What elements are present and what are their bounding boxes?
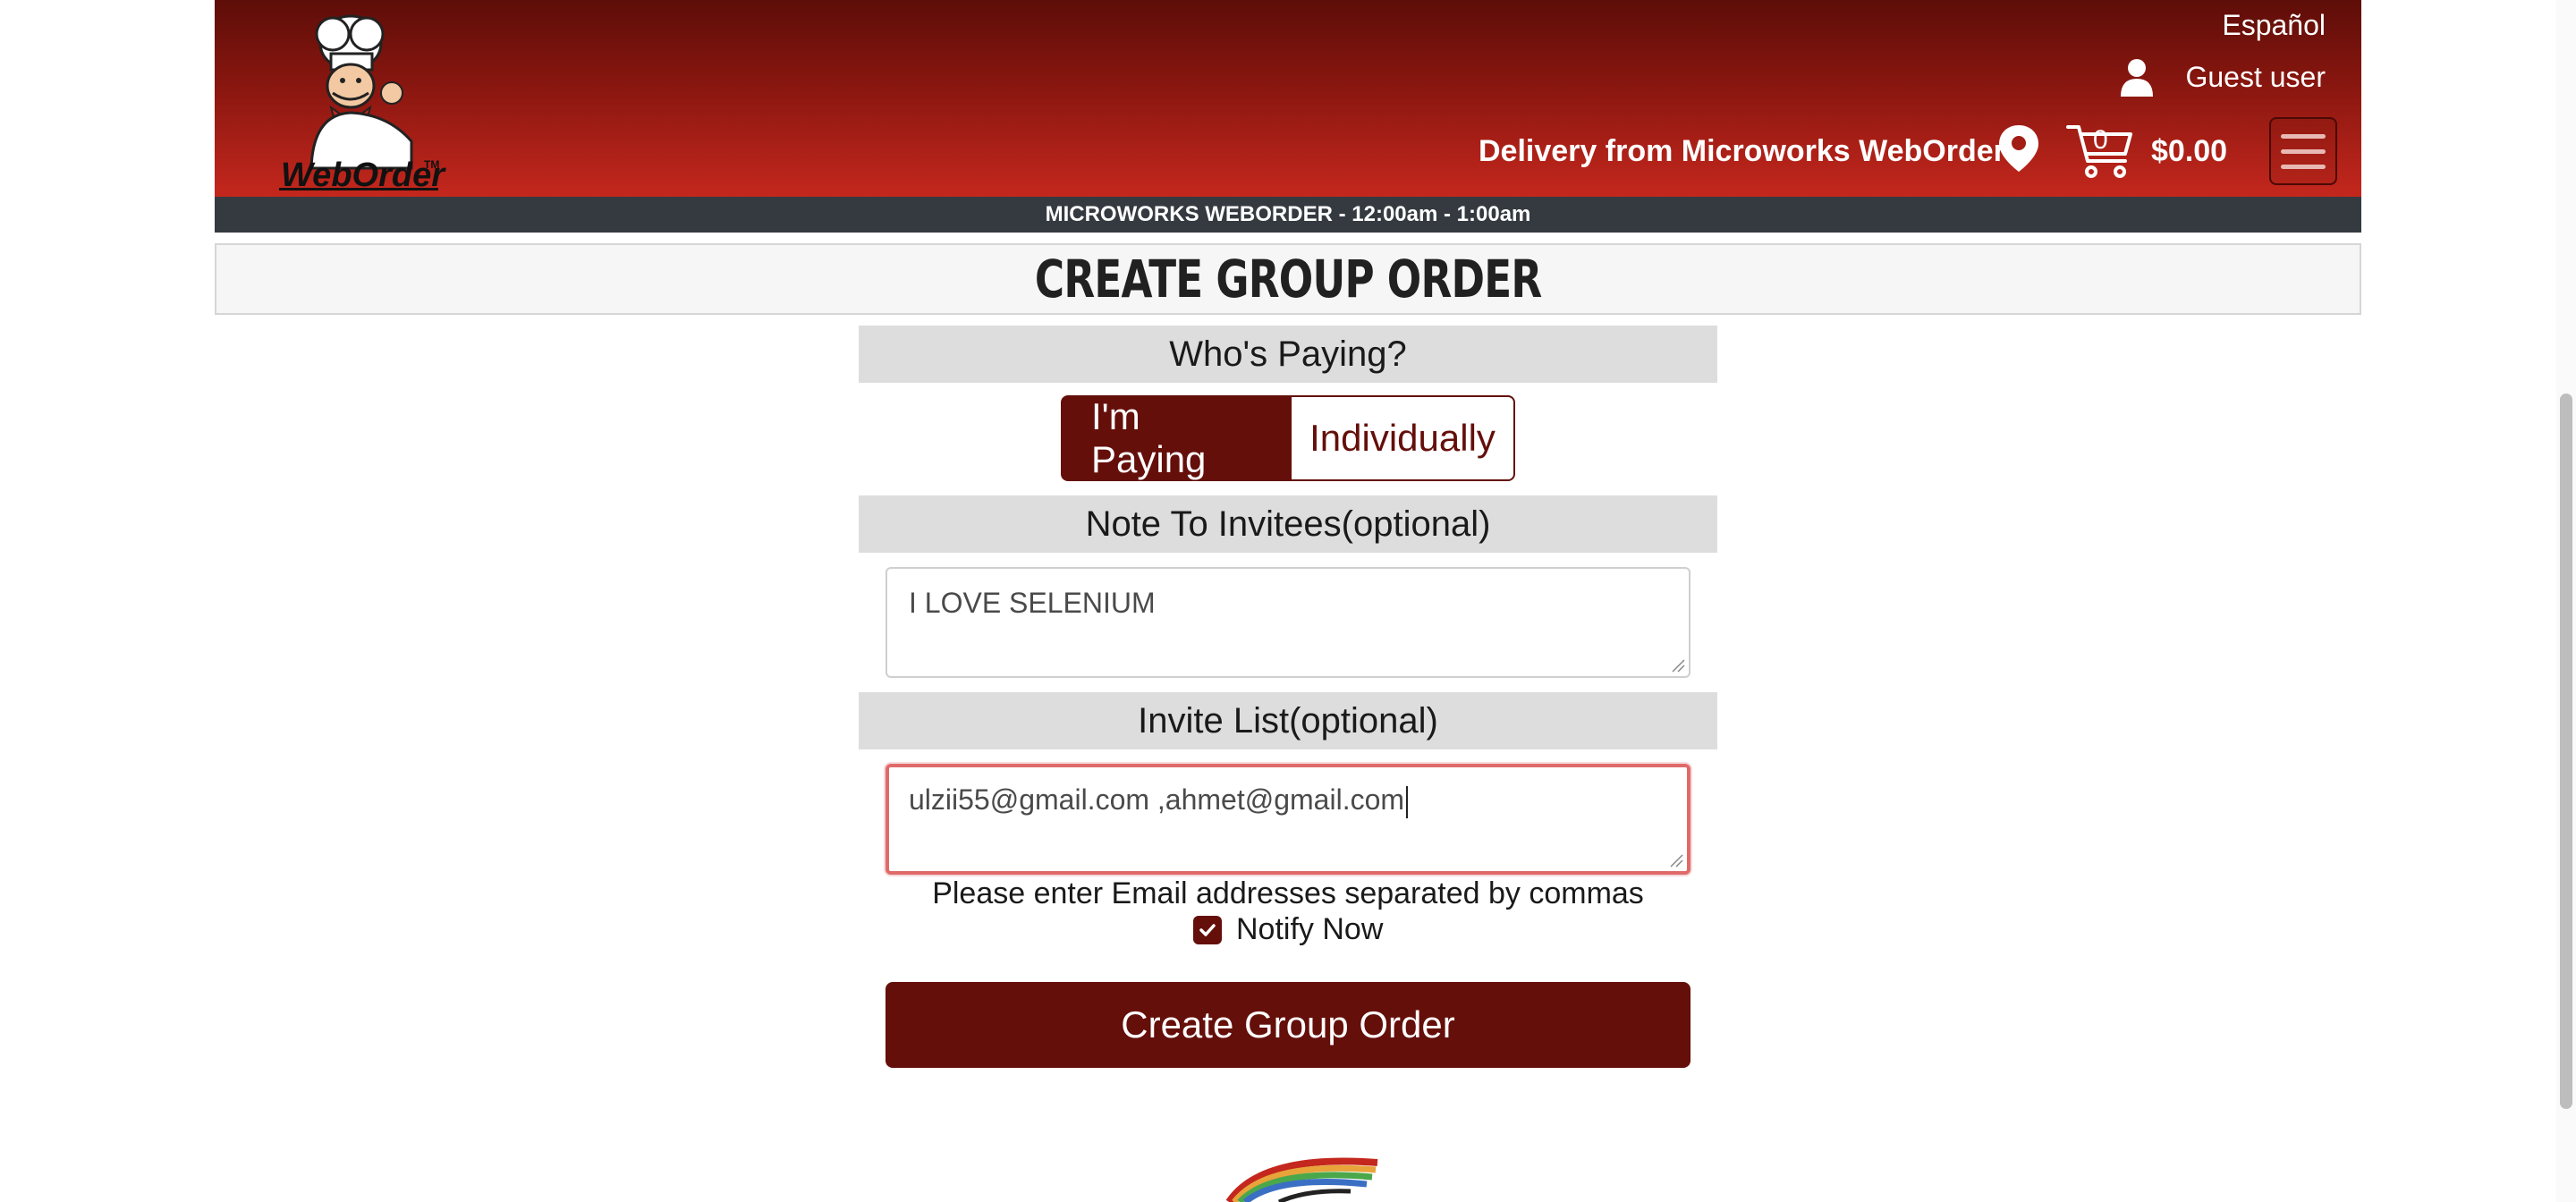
- notify-now-option[interactable]: Notify Now: [1193, 912, 1383, 947]
- resize-handle-icon[interactable]: [1671, 658, 1685, 673]
- store-hours-bar: MICROWORKS WEBORDER - 12:00am - 1:00am: [215, 197, 2361, 233]
- user-menu[interactable]: Guest user: [2119, 57, 2326, 97]
- delivery-label[interactable]: Delivery from Microworks WebOrder: [1479, 134, 2005, 169]
- hamburger-menu-icon: [2281, 133, 2326, 139]
- cart-total[interactable]: $0.00: [2151, 134, 2227, 169]
- svg-text:WebOrder: WebOrder: [281, 157, 446, 190]
- notify-now-checkbox[interactable]: [1193, 915, 1222, 944]
- whos-paying-heading: Who's Paying?: [859, 326, 1717, 383]
- notify-now-label: Notify Now: [1236, 912, 1384, 946]
- hamburger-menu-button[interactable]: [2269, 117, 2337, 185]
- svg-text:TM: TM: [424, 158, 439, 171]
- checkmark-icon: [1199, 923, 1216, 936]
- text-caret: [1406, 785, 1409, 818]
- language-link[interactable]: Español: [2222, 9, 2326, 42]
- cart-count: 0: [2093, 125, 2108, 155]
- note-heading: Note To Invitees(optional): [859, 495, 1717, 553]
- weborder-chef-logo[interactable]: WebOrder TM: [277, 7, 456, 190]
- user-label: Guest user: [2185, 60, 2326, 93]
- note-to-invitees-textarea[interactable]: I LOVE SELENIUM: [886, 567, 1690, 678]
- invite-list-heading: Invite List(optional): [859, 692, 1717, 749]
- location-pin-icon[interactable]: [1996, 123, 2041, 174]
- create-group-order-button[interactable]: Create Group Order: [886, 982, 1690, 1068]
- page-scrollbar-thumb[interactable]: [2560, 394, 2572, 1109]
- invite-list-text: ulzii55@gmail.com ,ahmet@gmail.com: [909, 783, 1405, 816]
- site-header: WebOrder TM Español Guest user Delivery …: [215, 0, 2361, 197]
- payment-toggle-group: I'm Paying Individually: [1061, 395, 1515, 481]
- invite-list-textarea[interactable]: ulzii55@gmail.com ,ahmet@gmail.com: [886, 764, 1690, 875]
- resize-handle-icon[interactable]: [1669, 853, 1683, 868]
- individually-button[interactable]: Individually: [1290, 395, 1515, 481]
- rainbow-logo-graphic: [1225, 1157, 1378, 1202]
- note-text: I LOVE SELENIUM: [909, 587, 1156, 619]
- user-icon: [2121, 59, 2154, 97]
- invite-hint-text: Please enter Email addresses separated b…: [932, 876, 1644, 910]
- page-title: Create Group Order: [1034, 249, 1542, 309]
- im-paying-button[interactable]: I'm Paying: [1061, 395, 1290, 481]
- page-title-panel: Create Group Order: [215, 243, 2361, 315]
